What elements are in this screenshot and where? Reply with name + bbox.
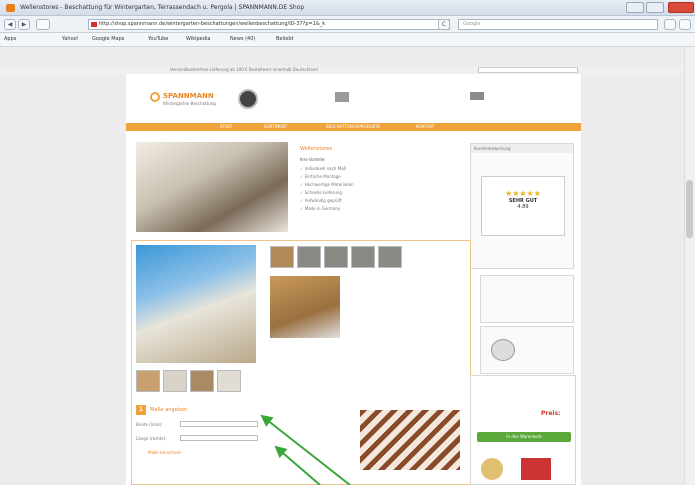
annotation-arrows — [260, 414, 351, 485]
arrow-to-width-input — [260, 414, 351, 485]
arrow-to-depth-input — [274, 445, 321, 485]
